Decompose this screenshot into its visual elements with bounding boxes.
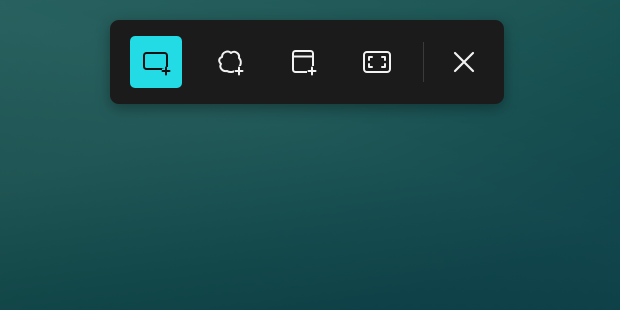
window-snip-button[interactable] <box>277 36 329 88</box>
desktop-background <box>0 0 620 310</box>
window-snip-icon <box>292 50 317 76</box>
close-button[interactable] <box>438 36 490 88</box>
fullscreen-snip-icon <box>363 51 391 73</box>
fullscreen-snip-button[interactable] <box>351 36 403 88</box>
toolbar-divider <box>423 42 424 82</box>
freeform-snip-icon <box>218 50 244 76</box>
rectangle-snip-icon <box>143 52 171 76</box>
close-icon <box>453 51 475 73</box>
snipping-toolbar <box>110 20 504 104</box>
freeform-snip-button[interactable] <box>204 36 256 88</box>
rectangle-snip-button[interactable] <box>130 36 182 88</box>
